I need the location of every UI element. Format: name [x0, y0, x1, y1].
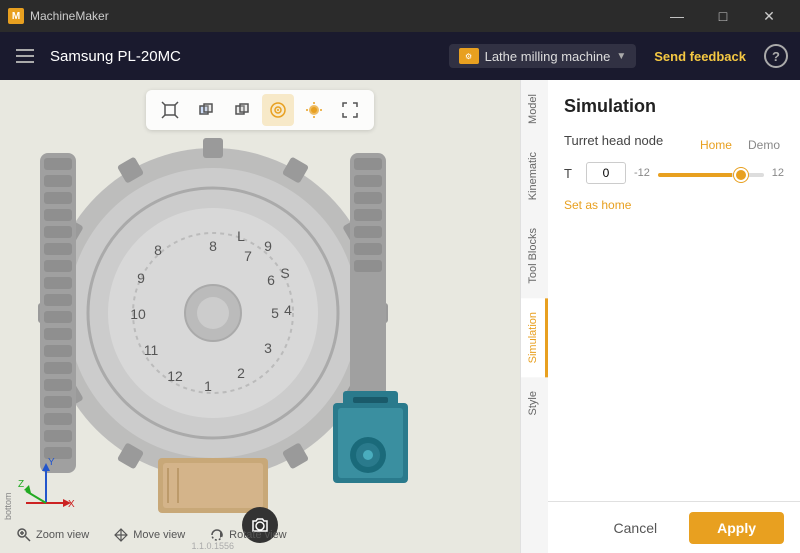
window-controls: — □ ✕ [654, 0, 792, 32]
dropdown-arrow-icon: ▼ [616, 51, 626, 62]
machine-name: Samsung PL-20MC [50, 48, 181, 65]
turret-header: Turret head node Home Demo [564, 133, 784, 156]
tab-kinematic[interactable]: Kinematic [521, 138, 548, 214]
header-right: ⚙ Lathe milling machine ▼ Send feedback … [449, 44, 788, 68]
panel-content: Simulation Turret head node Home Demo T … [548, 80, 800, 501]
slider-row: T -12 12 [564, 162, 784, 184]
svg-text:9: 9 [264, 238, 272, 254]
svg-text:6: 6 [267, 272, 275, 288]
machine-type-icon: ⚙ [459, 48, 479, 64]
close-button[interactable]: ✕ [746, 0, 792, 32]
turret-head-node-label: Turret head node [564, 133, 663, 148]
machine-type-selector[interactable]: ⚙ Lathe milling machine ▼ [449, 44, 637, 68]
svg-text:L: L [237, 228, 245, 244]
svg-text:Z: Z [18, 479, 24, 490]
app-title: MachineMaker [30, 9, 109, 23]
minimize-button[interactable]: — [654, 0, 700, 32]
move-label: Move view [133, 529, 185, 541]
zoom-control[interactable]: Zoom view [16, 527, 89, 543]
bottom-bar: Cancel Apply [548, 501, 800, 553]
svg-text:11: 11 [144, 342, 159, 358]
panel-title: Simulation [564, 96, 784, 117]
svg-text:7: 7 [244, 248, 252, 264]
cancel-button[interactable]: Cancel [594, 512, 678, 544]
svg-text:8: 8 [154, 242, 162, 258]
svg-text:X: X [68, 499, 75, 510]
svg-text:5: 5 [271, 305, 279, 321]
tab-tool-blocks[interactable]: Tool Blocks [521, 214, 548, 298]
header: Samsung PL-20MC ⚙ Lathe milling machine … [0, 32, 800, 80]
home-button[interactable]: Home [696, 136, 736, 154]
help-button[interactable]: ? [764, 44, 788, 68]
slider-max-label: 12 [772, 167, 784, 179]
main-area: 8 7 6 5 L 9 S 4 3 2 1 12 11 10 9 8 [0, 80, 800, 553]
app-icon: M [8, 8, 24, 24]
hamburger-line [16, 61, 34, 63]
bottom-label: bottom [3, 492, 13, 520]
set-as-home-button[interactable]: Set as home [564, 198, 631, 212]
rotate-label: Rotate view [229, 529, 286, 541]
slider-min-label: -12 [634, 167, 650, 179]
svg-text:12: 12 [167, 368, 183, 384]
t-value-input[interactable] [586, 162, 626, 184]
side-tabs: Model Kinematic Tool Blocks Simulation S… [520, 80, 548, 553]
svg-text:10: 10 [130, 306, 146, 322]
demo-button[interactable]: Demo [744, 136, 784, 154]
panel: Simulation Turret head node Home Demo T … [548, 80, 800, 553]
svg-text:8: 8 [209, 238, 217, 254]
tab-simulation[interactable]: Simulation [521, 298, 548, 377]
slider-container [658, 164, 764, 182]
svg-text:9: 9 [137, 270, 145, 286]
tab-model[interactable]: Model [521, 80, 548, 138]
view-controls: Zoom view Move view Rotate view [16, 527, 287, 543]
viewport[interactable]: 8 7 6 5 L 9 S 4 3 2 1 12 11 10 9 8 [0, 80, 520, 553]
home-demo-controls: Home Demo [696, 136, 784, 154]
menu-button[interactable] [12, 45, 38, 67]
svg-text:2: 2 [237, 365, 245, 381]
apply-button[interactable]: Apply [689, 512, 784, 544]
svg-text:S: S [280, 265, 289, 281]
tab-style[interactable]: Style [521, 377, 548, 429]
axis-indicator: Y X Z [16, 453, 76, 513]
hamburger-line [16, 49, 34, 51]
svg-text:1: 1 [204, 378, 212, 394]
simulation-slider[interactable] [658, 173, 764, 177]
hamburger-line [16, 55, 34, 57]
titlebar: M MachineMaker — □ ✕ [0, 0, 800, 32]
t-label: T [564, 166, 578, 181]
machine-type-label: Lathe milling machine [485, 49, 611, 64]
titlebar-left: M MachineMaker [8, 8, 109, 24]
right-sidebar: Model Kinematic Tool Blocks Simulation S… [520, 80, 800, 553]
zoom-label: Zoom view [36, 529, 89, 541]
svg-text:4: 4 [284, 302, 292, 318]
svg-text:Y: Y [48, 457, 55, 468]
header-left: Samsung PL-20MC [12, 45, 181, 67]
move-control[interactable]: Move view [113, 527, 185, 543]
send-feedback-button[interactable]: Send feedback [648, 45, 752, 68]
maximize-button[interactable]: □ [700, 0, 746, 32]
version-label: 1.1.0.1556 [191, 541, 234, 551]
svg-text:3: 3 [264, 340, 272, 356]
